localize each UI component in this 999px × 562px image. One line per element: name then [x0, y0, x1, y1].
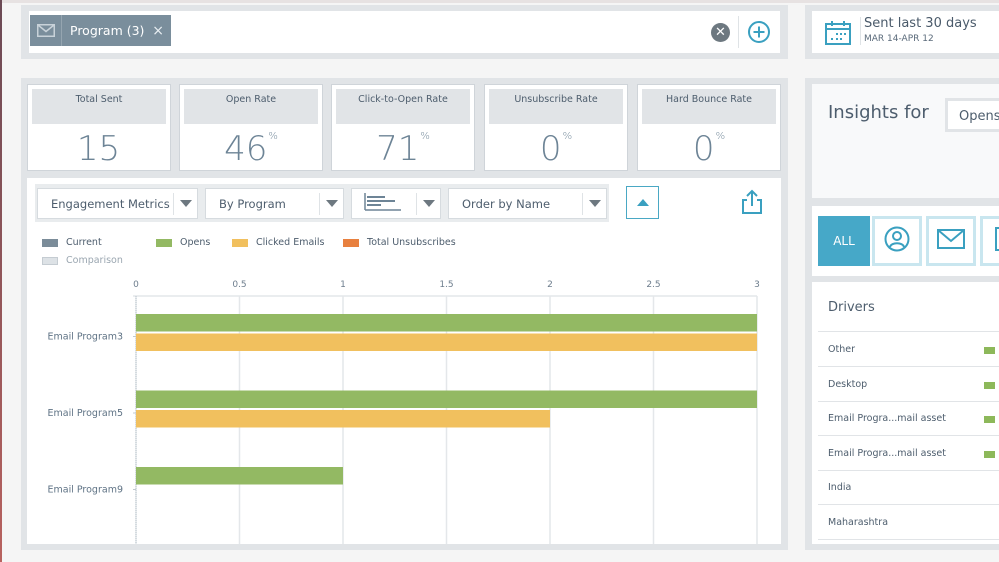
kpi-unsubscribe-rate: Unsubscribe Rate 0%: [484, 84, 628, 171]
kpi-hard-bounce-rate: Hard Bounce Rate 0%: [637, 84, 781, 171]
chip-label: Program (3): [70, 23, 145, 38]
driver-row[interactable]: Maharashtra: [818, 505, 999, 540]
tab-label: ALL: [833, 234, 855, 248]
bar-clicked-emails: [136, 333, 757, 351]
kpi-label: Total Sent: [32, 89, 166, 124]
kpi-value: 46%: [180, 129, 322, 169]
person-icon: [884, 226, 910, 256]
kpi-label: Hard Bounce Rate: [642, 89, 776, 124]
driver-label: Email Progra...mail asset: [828, 447, 946, 459]
insights-title: Insights for: [828, 102, 929, 123]
kpi-number: 0: [692, 129, 715, 169]
add-filter-icon[interactable]: [747, 20, 771, 44]
clear-filters-icon[interactable]: ✕: [711, 23, 730, 42]
device-icon: [992, 226, 999, 256]
x-tick-label: 1: [340, 280, 346, 290]
x-tick-label: 0: [133, 280, 139, 290]
kpi-value: 0%: [638, 129, 780, 169]
tab-all[interactable]: ALL: [818, 216, 870, 266]
driver-label: Maharashtra: [828, 516, 889, 528]
kpi-value: 71%: [332, 129, 474, 169]
driver-row[interactable]: Other: [818, 332, 999, 367]
filter-panel: Program (3) × ✕: [21, 5, 788, 59]
tab-email[interactable]: [926, 216, 976, 266]
bar-opens: [136, 467, 343, 485]
kpi-number: 0: [539, 129, 562, 169]
chip-close-icon[interactable]: ×: [152, 23, 171, 39]
kpi-number: 71: [376, 129, 420, 169]
kpi-click-to-open-rate: Click-to-Open Rate 71%: [331, 84, 475, 171]
category-label: Email Program3: [47, 332, 123, 343]
date-range-panel: Sent last 30 days MAR 14-APR 12: [805, 5, 999, 59]
kpi-label: Open Rate: [184, 89, 318, 124]
insights-metric-select[interactable]: Opens: [945, 98, 999, 132]
filter-bar: Program (3) × ✕: [29, 11, 780, 53]
driver-label: Other: [828, 344, 855, 355]
tab-person[interactable]: [872, 216, 922, 266]
driver-bar: [984, 416, 995, 423]
window-top-edge: [0, 0, 999, 3]
divider: [860, 17, 861, 45]
kpi-unit: %: [715, 131, 726, 142]
date-range-title: Sent last 30 days: [864, 16, 977, 31]
driver-row[interactable]: Desktop: [818, 367, 999, 402]
chart-card: Engagement Metrics By Program Order by N…: [27, 178, 781, 544]
kpi-number: 46: [224, 129, 268, 169]
date-range-selector[interactable]: Sent last 30 days MAR 14-APR 12: [812, 11, 999, 53]
x-tick-label: 1.5: [439, 280, 453, 290]
driver-row[interactable]: India: [818, 470, 999, 505]
kpi-unit: %: [420, 131, 430, 142]
kpi-value: 0%: [485, 129, 627, 169]
category-label: Email Program5: [47, 408, 123, 419]
driver-label: Desktop: [828, 378, 868, 390]
kpi-value: 15: [28, 129, 170, 169]
driver-label: Email Progra...mail asset: [828, 413, 946, 424]
driver-row[interactable]: Email Progra...mail asset: [818, 401, 999, 436]
kpi-open-rate: Open Rate 46%: [179, 84, 323, 171]
bar-opens: [136, 390, 757, 408]
x-tick-label: 2.5: [646, 280, 660, 290]
drivers-list: Drivers Other Desktop Email Progra...mail …: [812, 282, 999, 544]
main-panel: Total Sent 15 Open Rate 46% Click-to-Ope…: [21, 78, 788, 550]
driver-bar: [984, 381, 995, 389]
x-tick-label: 3: [754, 280, 760, 290]
driver-bar: [984, 347, 995, 354]
envelope-icon: [937, 229, 965, 253]
driver-row[interactable]: Email Progra...mail asset: [818, 436, 999, 471]
kpi-unit: %: [268, 131, 278, 142]
divider: [738, 16, 739, 48]
drivers-title: Drivers: [828, 300, 875, 315]
kpi-total-sent: Total Sent 15: [27, 84, 171, 171]
insights-tabs: ALL: [812, 206, 999, 276]
calendar-icon: [824, 19, 852, 47]
driver-label: India: [828, 482, 852, 493]
category-label: Email Program9: [47, 485, 123, 496]
envelope-icon: [30, 15, 62, 46]
kpi-label: Click-to-Open Rate: [336, 89, 470, 124]
insights-panel: Insights for Opens ALL Drivers Other Desk…: [805, 78, 999, 550]
x-tick-label: 0.5: [232, 280, 246, 290]
window-left-edge: [0, 0, 2, 562]
select-value: Opens: [948, 101, 999, 129]
kpi-unit: %: [562, 131, 573, 142]
bar-chart: 0 0.5 1 1.5 2 2.5 3 Email Program3 Email Program…: [47, 280, 760, 544]
driver-bar: [984, 450, 995, 458]
program-filter-chip[interactable]: Program (3) ×: [30, 15, 171, 46]
kpi-number: 15: [76, 129, 121, 169]
bar-opens: [136, 314, 757, 332]
kpi-label: Unsubscribe Rate: [489, 89, 623, 124]
insights-header: Insights for Opens: [812, 84, 999, 198]
x-tick-label: 2: [547, 280, 553, 290]
date-range-subtitle: MAR 14-APR 12: [864, 34, 934, 44]
tab-device[interactable]: [980, 216, 999, 266]
bar-clicked-emails: [136, 410, 550, 428]
